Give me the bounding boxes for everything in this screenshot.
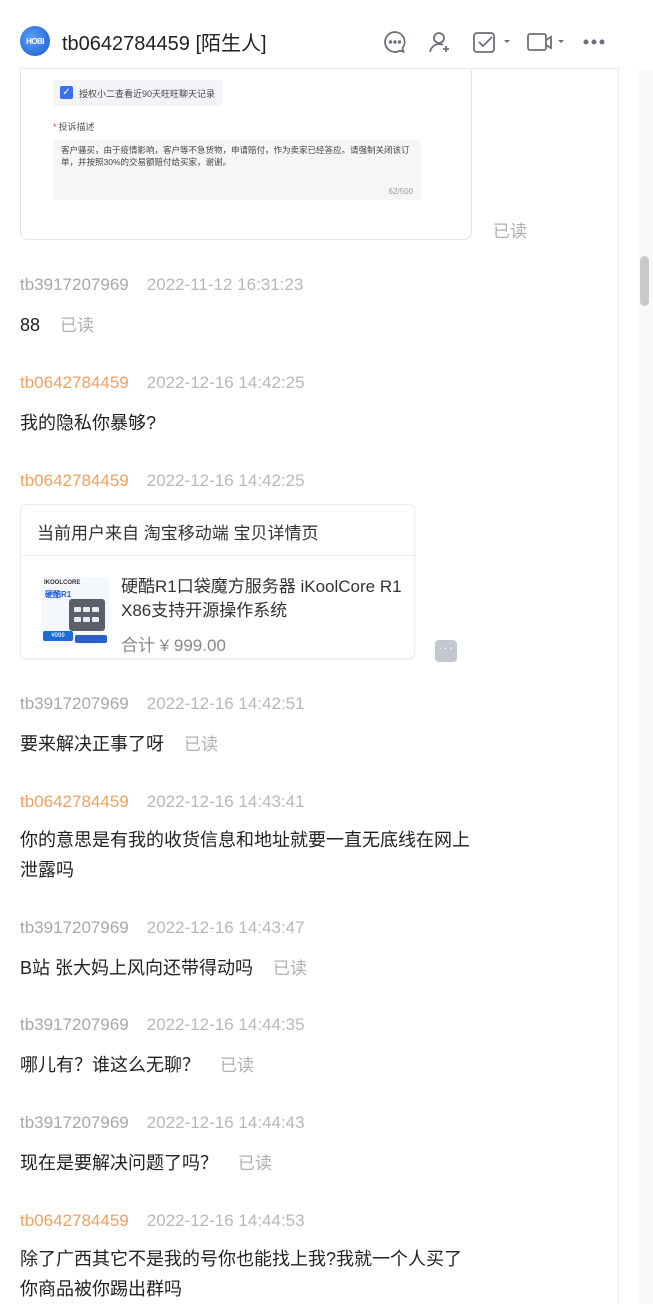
complaint-field-label-text: 投诉描述: [58, 122, 95, 132]
complaint-description: 客户骚买，由于疫情影响，客户等不急货物，申请赔付，作为卖家已经答应。请强制关闭该…: [61, 145, 410, 167]
avatar[interactable]: HOBI: [20, 26, 50, 56]
message-meta: tb0642784459 2022-12-16 14:43:41: [20, 792, 305, 812]
more-icon[interactable]: [580, 28, 608, 56]
message-bubble[interactable]: B站 张大妈上风向还带得动吗 已读: [20, 953, 307, 984]
message-text: 要来解决正事了呀: [20, 734, 164, 754]
message-meta: tb0642784459 2022-12-16 14:42:25: [20, 471, 305, 491]
message-meta: tb3917207969 2022-12-16 14:44:43: [20, 1113, 305, 1133]
sender-name[interactable]: tb3917207969: [20, 1113, 129, 1132]
message-text: 哪儿有？谁这么无聊？: [20, 1055, 200, 1075]
task-check-icon[interactable]: [470, 28, 514, 56]
message-text: B站 张大妈上风向还带得动吗: [20, 958, 254, 978]
message-text: 88: [20, 315, 41, 335]
message-meta: tb3917207969 2022-12-16 14:42:51: [20, 694, 305, 714]
char-count: 62/500: [388, 187, 413, 196]
message-meta: tb3917207969 2022-11-12 16:31:23: [20, 275, 303, 295]
message-meta: tb0642784459 2022-12-16 14:44:53: [20, 1211, 305, 1231]
message-meta: tb3917207969 2022-12-16 14:44:35: [20, 1015, 305, 1035]
chat-bubble-icon[interactable]: [381, 28, 409, 56]
chat-title: tb0642784459 [陌生人]: [62, 33, 267, 55]
thumb-brand: IKOOLCORE: [44, 580, 81, 586]
sender-name[interactable]: tb0642784459: [20, 792, 129, 811]
product-card[interactable]: 当前用户来自 淘宝移动端 宝贝详情页 IKOOLCORE 硬酷R1 ¥999 硬…: [20, 504, 415, 659]
message-time: 2022-12-16 14:44:35: [146, 1015, 305, 1034]
read-status: 已读: [493, 222, 527, 241]
add-contact-icon[interactable]: [426, 28, 454, 56]
message-text-line: 泄露吗: [20, 860, 74, 880]
thumb-banner: [75, 635, 107, 643]
message-meta: tb3917207969 2022-12-16 14:43:47: [20, 918, 305, 938]
auth-label: 授权小二查看近90天旺旺聊天记录: [79, 89, 216, 99]
message-time: 2022-12-16 14:43:41: [146, 792, 305, 811]
message-bubble[interactable]: 哪儿有？谁这么无聊？ 已读: [20, 1050, 254, 1081]
message-bubble[interactable]: 你的意思是有我的收货信息和地址就要一直无底线在网上 泄露吗: [20, 825, 470, 885]
complaint-field-label: * 投诉描述: [53, 120, 95, 133]
message-bubble[interactable]: 88 已读: [20, 310, 94, 341]
message-text-line: 你的意思是有我的收货信息和地址就要一直无底线在网上: [20, 830, 470, 850]
more-options-icon[interactable]: ···: [435, 640, 457, 662]
message-time: 2022-12-16 14:43:47: [146, 918, 305, 937]
product-source: 当前用户来自 淘宝移动端 宝贝详情页: [37, 524, 319, 543]
sender-name[interactable]: tb3917207969: [20, 918, 129, 937]
device-image: [69, 599, 105, 631]
read-status: 已读: [60, 316, 95, 335]
message-time: 2022-12-16 14:42:51: [146, 694, 305, 713]
sender-name[interactable]: tb0642784459: [20, 373, 129, 392]
required-mark: *: [53, 122, 57, 132]
message-time: 2022-12-16 14:42:25: [146, 471, 305, 490]
sender-name[interactable]: tb3917207969: [20, 694, 129, 713]
read-status: 已读: [273, 959, 308, 978]
product-title[interactable]: 硬酷R1口袋魔方服务器 iKoolCore R1 X86支持开源操作系统: [121, 575, 406, 623]
sender-name[interactable]: tb0642784459: [20, 1211, 129, 1230]
message-meta: tb0642784459 2022-12-16 14:42:25: [20, 373, 305, 393]
message-text: 现在是要解决问题了吗？: [20, 1153, 218, 1173]
product-thumbnail[interactable]: IKOOLCORE 硬酷R1 ¥999: [41, 577, 109, 645]
sender-name[interactable]: tb3917207969: [20, 275, 129, 294]
message-text-line: 你商品被你踢出群吗: [20, 1279, 182, 1299]
auth-checkbox-row: ✓ 授权小二查看近90天旺旺聊天记录: [53, 80, 223, 106]
message-time: 2022-12-16 14:44:43: [146, 1113, 305, 1132]
thumb-price: ¥999: [43, 631, 73, 641]
message-time: 2022-12-16 14:44:53: [146, 1211, 305, 1230]
read-status: 已读: [238, 1154, 272, 1173]
card-divider: [21, 555, 414, 556]
message-text-line: 除了广西其它不是我的号你也能找上我?我就一个人买了: [20, 1249, 463, 1269]
complaint-description-box: 客户骚买，由于疫情影响，客户等不急货物，申请赔付，作为卖家已经答应。请强制关闭该…: [53, 140, 421, 200]
scrollbar-track[interactable]: [638, 70, 653, 1304]
thumb-name: 硬酷R1: [45, 590, 72, 599]
sender-name[interactable]: tb3917207969: [20, 1015, 129, 1034]
message-bubble[interactable]: 现在是要解决问题了吗？ 已读: [20, 1148, 272, 1179]
scrollbar-thumb[interactable]: [640, 256, 649, 306]
sender-name[interactable]: tb0642784459: [20, 471, 129, 490]
product-price: 合计 ¥ 999.00: [121, 636, 226, 655]
header-divider: [20, 68, 620, 69]
message-bubble[interactable]: 要来解决正事了呀 已读: [20, 729, 218, 760]
message-text: 我的隐私你暴够?: [20, 413, 157, 433]
checkbox-checked-icon: ✓: [60, 86, 73, 99]
read-status: 已读: [220, 1056, 254, 1075]
read-status: 已读: [184, 735, 218, 754]
video-call-icon[interactable]: [525, 28, 569, 56]
pane-divider: [618, 70, 619, 1304]
message-time: 2022-12-16 14:42:25: [146, 373, 305, 392]
message-bubble[interactable]: 除了广西其它不是我的号你也能找上我?我就一个人买了 你商品被你踢出群吗: [20, 1244, 462, 1304]
chat-header: HOBI tb0642784459 [陌生人]: [0, 0, 653, 70]
message-time: 2022-11-12 16:31:23: [146, 275, 304, 294]
message-bubble[interactable]: 我的隐私你暴够?: [20, 408, 156, 438]
complaint-image-message[interactable]: ✓ 授权小二查看近90天旺旺聊天记录 * 投诉描述 客户骚买，由于疫情影响，客户等…: [20, 70, 472, 240]
